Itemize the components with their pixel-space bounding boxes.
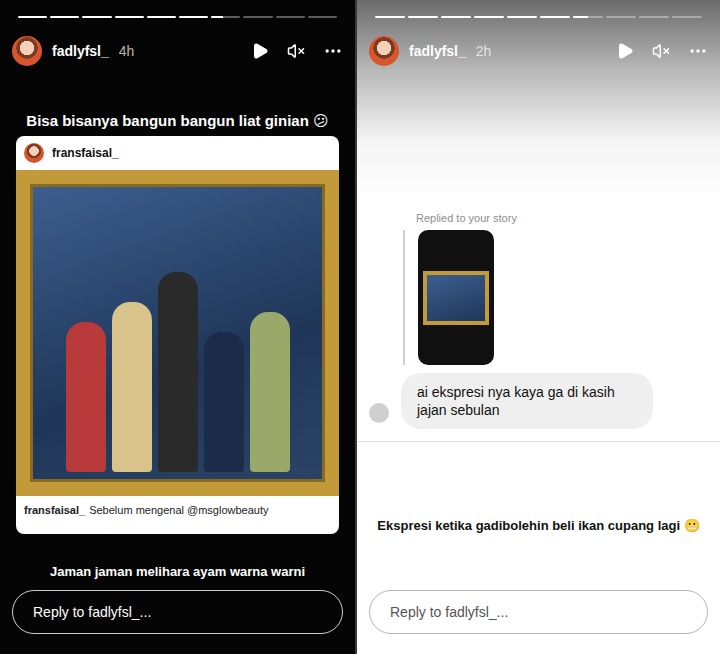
message-bubble: ai ekspresi nya kaya ga di kasih jajan s… — [401, 373, 653, 429]
progress-segment — [115, 16, 144, 18]
progress-segment — [211, 16, 240, 18]
story-time: 4h — [119, 43, 135, 59]
post-username: fransfaisal_ — [52, 146, 119, 160]
story-reply: Replied to your story ai ekspresi nya kay… — [357, 212, 720, 429]
progress-segment — [507, 16, 537, 18]
user-avatar[interactable] — [12, 36, 42, 66]
progress-segment — [540, 16, 570, 18]
reply-input[interactable]: Reply to fadlyfsl_... — [369, 590, 708, 634]
username[interactable]: fadlyfsl_ — [52, 43, 109, 59]
post-avatar — [24, 143, 44, 163]
progress-segment — [441, 16, 471, 18]
mute-icon[interactable] — [652, 42, 670, 60]
story-header: fadlyfsl_ 2h — [357, 34, 720, 68]
story-panel[interactable]: fadlyfsl_ 2h Replied to your story ai ekspr… — [357, 0, 720, 654]
progress-segment — [408, 16, 438, 18]
post-photo — [16, 170, 339, 496]
play-icon[interactable] — [616, 42, 634, 60]
post-caption: fransfaisal_Sebelum mengenal @msglowbeau… — [16, 496, 339, 524]
progress-segment — [276, 16, 305, 18]
story-panel[interactable]: fadlyfsl_ 4h Bisa bisanya bangun bangun li… — [0, 0, 355, 654]
story-caption: Bisa bisanya bangun bangun liat ginian 😕 — [0, 112, 355, 130]
progress-segment — [474, 16, 504, 18]
progress-segment — [573, 16, 603, 18]
progress-segment — [639, 16, 669, 18]
reply-input[interactable]: Reply to fadlyfsl_... — [12, 590, 343, 634]
divider — [357, 441, 720, 442]
progress-segment — [179, 16, 208, 18]
progress-segment — [375, 16, 405, 18]
more-icon[interactable] — [323, 41, 343, 61]
shared-post[interactable]: fransfaisal_ fransfaisal_Sebelum mengenal… — [16, 136, 339, 534]
story-time: 2h — [476, 43, 492, 59]
story-progress — [357, 0, 720, 18]
mute-icon[interactable] — [287, 42, 305, 60]
progress-segment — [18, 16, 47, 18]
progress-segment — [308, 16, 337, 18]
progress-segment — [606, 16, 636, 18]
user-avatar[interactable] — [369, 36, 399, 66]
progress-segment — [672, 16, 702, 18]
sender-avatar — [369, 403, 389, 423]
story-header: fadlyfsl_ 4h — [0, 34, 355, 68]
story-progress — [0, 0, 355, 18]
username[interactable]: fadlyfsl_ — [409, 43, 466, 59]
story-caption: Ekspresi ketika gadibolehin beli ikan cu… — [357, 518, 720, 533]
progress-segment — [147, 16, 176, 18]
stories-screen: fadlyfsl_ 4h Bisa bisanya bangun bangun li… — [0, 0, 720, 654]
play-icon[interactable] — [251, 42, 269, 60]
story-thumbnail[interactable] — [418, 230, 494, 365]
progress-segment — [50, 16, 79, 18]
progress-segment — [82, 16, 111, 18]
story-footer-text: Jaman jaman melihara ayam warna warni — [0, 564, 355, 579]
progress-segment — [243, 16, 272, 18]
more-icon[interactable] — [688, 41, 708, 61]
reply-label: Replied to your story — [416, 212, 720, 224]
